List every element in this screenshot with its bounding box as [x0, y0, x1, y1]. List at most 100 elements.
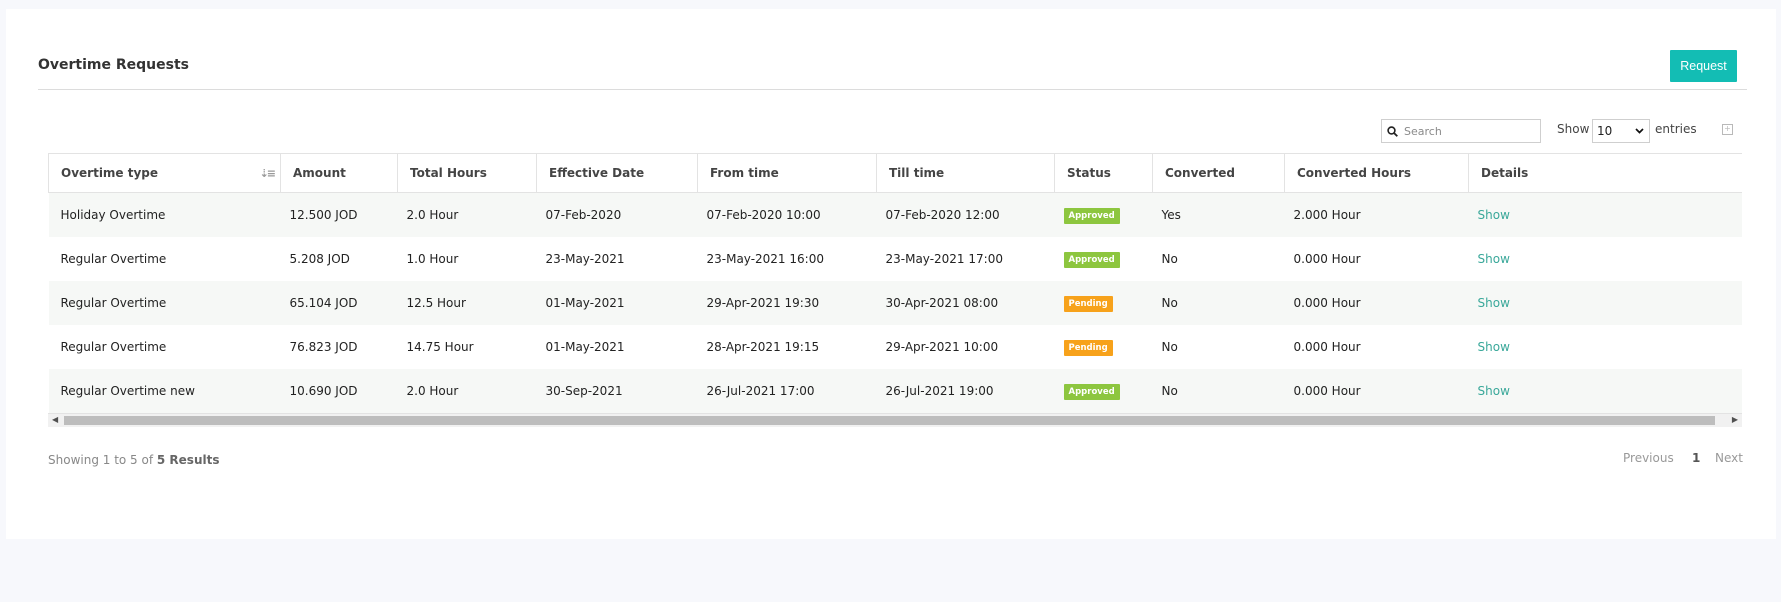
cell-total-hours: 2.0 Hour [397, 192, 537, 237]
search-input[interactable] [1402, 123, 1536, 139]
table-row: Regular Overtime new 10.690 JOD 2.0 Hour 30… [48, 369, 1742, 413]
show-details-link[interactable]: Show [1478, 384, 1510, 398]
cell-amount: 76.823 JOD [280, 325, 398, 369]
cell-status: Pending [1054, 325, 1153, 369]
cell-total-hours: 1.0 Hour [397, 237, 537, 281]
page-title: Overtime Requests [38, 57, 189, 73]
cell-details: Show [1468, 281, 1742, 325]
results-summary: Showing 1 to 5 of 5 Results [48, 453, 219, 467]
cell-status: Approved [1054, 369, 1153, 413]
cell-amount: 12.500 JOD [280, 192, 398, 237]
title-divider [38, 89, 1747, 90]
search-icon [1387, 125, 1398, 137]
cell-status: Approved [1054, 237, 1153, 281]
cell-total-hours: 12.5 Hour [397, 281, 537, 325]
cell-status: Pending [1054, 281, 1153, 325]
status-badge: Pending [1063, 295, 1113, 312]
cell-overtime-type: Regular Overtime [48, 281, 281, 325]
show-details-link[interactable]: Show [1478, 296, 1510, 310]
cell-till-time: 23-May-2021 17:00 [876, 237, 1055, 281]
cell-effective-date: 01-May-2021 [536, 281, 698, 325]
cell-converted: Yes [1152, 192, 1285, 237]
column-header-till-time[interactable]: Till time [876, 154, 1055, 193]
show-details-link[interactable]: Show [1478, 340, 1510, 354]
export-icon[interactable]: + [1722, 124, 1733, 135]
cell-converted-hours: 0.000 Hour [1284, 325, 1469, 369]
table-row: Regular Overtime 76.823 JOD 14.75 Hour 01-M… [48, 325, 1742, 369]
requests-table-container: Overtime type ⇣≡ Amount Total Hours Effec… [48, 153, 1742, 431]
cell-converted-hours: 0.000 Hour [1284, 369, 1469, 413]
cell-overtime-type: Regular Overtime [48, 325, 281, 369]
pagination-next[interactable]: Next [1715, 451, 1743, 465]
column-header-converted[interactable]: Converted [1152, 154, 1285, 193]
status-badge: Approved [1063, 207, 1120, 224]
column-header-converted-hours[interactable]: Converted Hours [1284, 154, 1469, 193]
pagination-page-1[interactable]: 1 [1692, 451, 1700, 465]
table-row: Regular Overtime 65.104 JOD 12.5 Hour 01-Ma… [48, 281, 1742, 325]
cell-converted: No [1152, 281, 1285, 325]
cell-details: Show [1468, 325, 1742, 369]
status-badge: Pending [1063, 339, 1113, 356]
cell-till-time: 29-Apr-2021 10:00 [876, 325, 1055, 369]
sort-icon[interactable]: ⇣≡ [260, 167, 277, 180]
chevron-down-icon [1635, 128, 1644, 134]
cell-details: Show [1468, 192, 1742, 237]
cell-details: Show [1468, 369, 1742, 413]
scrollbar-thumb[interactable] [64, 416, 1715, 425]
cell-from-time: 23-May-2021 16:00 [697, 237, 877, 281]
chevron-right-icon[interactable]: ▶ [1732, 415, 1738, 424]
column-header-amount[interactable]: Amount [280, 154, 398, 193]
cell-amount: 65.104 JOD [280, 281, 398, 325]
column-header-status[interactable]: Status [1054, 154, 1153, 193]
chevron-left-icon[interactable]: ◀ [52, 415, 58, 424]
show-label: Show [1557, 122, 1590, 136]
cell-till-time: 26-Jul-2021 19:00 [876, 369, 1055, 413]
table-row: Holiday Overtime 12.500 JOD 2.0 Hour 07-Feb… [48, 192, 1742, 237]
requests-table: Overtime type ⇣≡ Amount Total Hours Effec… [48, 154, 1742, 413]
pagination-previous[interactable]: Previous [1623, 451, 1674, 465]
cell-converted-hours: 2.000 Hour [1284, 192, 1469, 237]
cell-converted: No [1152, 237, 1285, 281]
status-badge: Approved [1063, 251, 1120, 268]
cell-amount: 5.208 JOD [280, 237, 398, 281]
summary-total: 5 Results [156, 453, 220, 467]
cell-effective-date: 01-May-2021 [536, 325, 698, 369]
cell-effective-date: 23-May-2021 [536, 237, 698, 281]
show-details-link[interactable]: Show [1478, 252, 1510, 266]
status-badge: Approved [1063, 383, 1120, 400]
cell-converted-hours: 0.000 Hour [1284, 237, 1469, 281]
cell-from-time: 26-Jul-2021 17:00 [697, 369, 877, 413]
cell-status: Approved [1054, 192, 1153, 237]
search-box[interactable] [1381, 119, 1541, 143]
cell-till-time: 30-Apr-2021 08:00 [876, 281, 1055, 325]
entries-label: entries [1655, 122, 1697, 136]
summary-prefix: Showing 1 to 5 of [48, 453, 157, 467]
request-button[interactable]: Request [1670, 50, 1737, 82]
table-header-row: Overtime type ⇣≡ Amount Total Hours Effec… [48, 154, 1742, 193]
column-header-effective-date[interactable]: Effective Date [536, 154, 698, 193]
horizontal-scrollbar[interactable]: ◀ ▶ [48, 413, 1742, 427]
column-header-details[interactable]: Details [1468, 154, 1742, 193]
table-body: Holiday Overtime 12.500 JOD 2.0 Hour 07-Feb… [48, 192, 1742, 413]
cell-effective-date: 07-Feb-2020 [536, 192, 698, 237]
cell-amount: 10.690 JOD [280, 369, 398, 413]
cell-till-time: 07-Feb-2020 12:00 [876, 192, 1055, 237]
cell-from-time: 28-Apr-2021 19:15 [697, 325, 877, 369]
column-header-total-hours[interactable]: Total Hours [397, 154, 537, 193]
cell-total-hours: 2.0 Hour [397, 369, 537, 413]
overtime-card: Overtime Requests Request Show 10 entrie… [6, 9, 1776, 539]
cell-from-time: 07-Feb-2020 10:00 [697, 192, 877, 237]
column-header-overtime-type[interactable]: Overtime type ⇣≡ [48, 154, 281, 193]
show-details-link[interactable]: Show [1478, 208, 1510, 222]
entries-select[interactable]: 10 [1592, 119, 1650, 143]
cell-overtime-type: Holiday Overtime [48, 192, 281, 237]
cell-effective-date: 30-Sep-2021 [536, 369, 698, 413]
cell-overtime-type: Regular Overtime new [48, 369, 281, 413]
column-header-from-time[interactable]: From time [697, 154, 877, 193]
cell-from-time: 29-Apr-2021 19:30 [697, 281, 877, 325]
cell-converted-hours: 0.000 Hour [1284, 281, 1469, 325]
table-row: Regular Overtime 5.208 JOD 1.0 Hour 23-May-… [48, 237, 1742, 281]
entries-value: 10 [1597, 124, 1613, 138]
cell-overtime-type: Regular Overtime [48, 237, 281, 281]
cell-details: Show [1468, 237, 1742, 281]
